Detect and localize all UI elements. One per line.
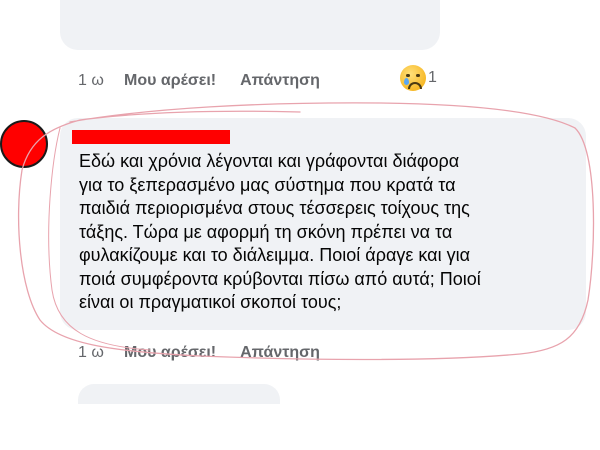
comment-line: Εδώ και χρόνια λέγονται και γράφονται δι…	[79, 151, 460, 171]
comment-line: φυλακίζουμε και το διάλειμμα. Ποιοί άραγ…	[79, 245, 470, 265]
reaction-count: 1	[428, 69, 437, 86]
avatar[interactable]	[0, 120, 48, 168]
comment-timestamp[interactable]: 1 ω	[78, 72, 124, 90]
like-button[interactable]: Μου αρέσει!	[124, 72, 216, 90]
sad-crying-face-icon	[400, 65, 426, 91]
comment-text: Εδώ και χρόνια λέγονται και γράφονται δι…	[79, 150, 579, 315]
previous-comment-actions: 1 ω Μου αρέσει! Απάντηση	[78, 70, 320, 92]
reply-button[interactable]: Απάντηση	[240, 72, 320, 90]
previous-comment-bubble	[60, 0, 440, 50]
like-button[interactable]: Μου αρέσει!	[124, 344, 216, 362]
comment-line: για το ξεπερασμένο μας σύστημα που κρατά…	[79, 174, 456, 195]
reaction-summary[interactable]: 1	[400, 63, 437, 93]
comment-line: ποιά συμφέροντα κρύβονται πίσω από αυτά;…	[79, 268, 481, 289]
comment-timestamp[interactable]: 1 ω	[78, 344, 124, 362]
comment-actions: 1 ω Μου αρέσει! Απάντηση	[78, 342, 320, 364]
comment-line: παιδιά περιορισμένα στους τέσσερεις τοίχ…	[79, 198, 470, 218]
reply-button[interactable]: Απάντηση	[240, 344, 320, 362]
comment-line: είναι οι πραγματικοί σκοποί τους;	[79, 292, 342, 312]
comment-line: τάξης. Τώρα με αφορμή τη σκόνη πρέπει να…	[79, 221, 453, 242]
redacted-author-name	[72, 130, 230, 144]
next-comment-bubble	[78, 384, 280, 404]
